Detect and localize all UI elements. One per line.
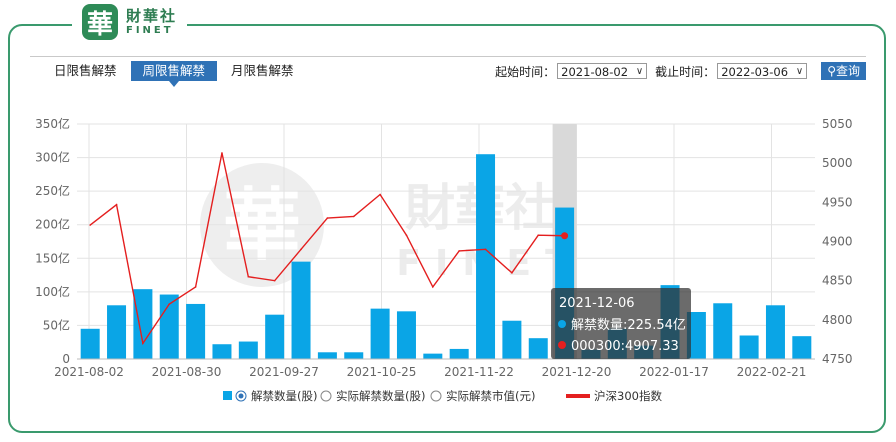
line-point — [89, 224, 91, 226]
legend-label: 实际解禁数量(股) — [336, 389, 425, 403]
bar-mark — [739, 335, 759, 359]
bar-mark — [107, 305, 127, 359]
ytick-right-label: 4750 — [822, 352, 853, 366]
ytick-right-label: 4850 — [822, 274, 853, 288]
line-point — [273, 279, 276, 282]
ytick-left-label: 350亿 — [35, 116, 70, 131]
ytick-left-label: 50亿 — [43, 317, 70, 332]
bar-mark — [370, 308, 390, 359]
ytick-left-label: 200亿 — [35, 217, 70, 232]
xtick-label: 2021-10-25 — [347, 365, 417, 379]
legend-label: 实际解禁市值(元) — [446, 389, 535, 403]
xtick-label: 2022-02-21 — [737, 365, 807, 379]
xtick-label: 2021-09-27 — [249, 365, 319, 379]
xtick-label: 2021-12-20 — [542, 365, 612, 379]
ytick-right-label: 4900 — [822, 235, 853, 249]
line-point — [352, 215, 355, 218]
line-point — [194, 286, 197, 288]
ytick-right-label: 5050 — [822, 117, 853, 131]
line-point — [247, 275, 250, 278]
ytick-left-label: 100亿 — [35, 284, 70, 299]
line-point — [115, 203, 118, 206]
bar-mark — [317, 352, 337, 359]
chart-legend: 解禁数量(股) 实际解禁数量(股) 实际解禁市值(元) 沪深300指数 — [223, 389, 662, 403]
ytick-left-label: 300亿 — [35, 150, 70, 165]
bar-mark — [528, 338, 548, 359]
bar-mark — [713, 303, 733, 359]
tooltip-line-marker — [558, 341, 566, 349]
tooltip-bar-value: 解禁数量:225.54亿 — [571, 318, 686, 333]
ytick-left-label: 0 — [62, 352, 70, 366]
chart-tooltip: 2021-12-06 解禁数量:225.54亿 000300:4907.33 — [551, 288, 691, 359]
bar-mark — [291, 261, 311, 359]
watermark-seal-glyph: 華 — [223, 181, 301, 271]
unlock-chart: 華財華社FINET 050亿100亿150亿200亿250亿300亿350亿47… — [35, 116, 853, 403]
legend-radio-dot — [238, 393, 244, 399]
bar-mark — [502, 320, 522, 359]
xtick-label: 2021-11-22 — [444, 365, 514, 379]
bar-mark — [133, 289, 153, 359]
tooltip-date: 2021-12-06 — [559, 296, 635, 311]
line-point — [221, 152, 223, 154]
bar-mark — [792, 336, 812, 359]
ytick-right-label: 4950 — [822, 195, 853, 209]
ytick-right-label: 4800 — [822, 313, 853, 327]
bar-mark — [423, 353, 443, 359]
bar-mark — [265, 314, 285, 359]
line-point — [300, 248, 302, 251]
bar-mark — [238, 341, 258, 359]
xtick-label: 2022-01-17 — [639, 365, 709, 379]
line-point — [326, 217, 329, 219]
ytick-left-label: 150亿 — [35, 250, 70, 265]
legend-label: 沪深300指数 — [594, 389, 662, 403]
line-point — [432, 286, 434, 288]
xtick-label: 2021-08-02 — [54, 365, 124, 379]
bar-mark — [344, 352, 364, 359]
line-point — [511, 272, 513, 274]
line-point — [458, 250, 460, 252]
line-point — [561, 232, 569, 240]
bar-mark — [476, 154, 496, 359]
bar-mark — [80, 328, 100, 359]
bar-mark — [186, 303, 206, 359]
line-point — [142, 342, 144, 345]
bar-mark — [396, 311, 416, 359]
line-point — [537, 234, 540, 237]
legend-radio-icon — [430, 390, 442, 402]
bar-mark — [212, 344, 232, 359]
bar-mark — [449, 348, 469, 359]
legend-label: 解禁数量(股) — [251, 389, 317, 403]
bar-mark — [765, 305, 785, 359]
legend-radio-icon — [320, 390, 332, 402]
ytick-right-label: 5000 — [822, 156, 853, 170]
tooltip-line-value: 000300:4907.33 — [571, 339, 679, 354]
line-point — [168, 303, 171, 305]
line-point — [484, 248, 487, 251]
ytick-left-label: 250亿 — [35, 183, 70, 198]
line-point — [405, 234, 408, 237]
tooltip-bar-marker — [558, 320, 566, 328]
legend-bar-swatch — [223, 391, 232, 400]
line-point — [379, 193, 381, 196]
xtick-label: 2021-08-30 — [152, 365, 222, 379]
legend-line-swatch — [566, 394, 590, 398]
